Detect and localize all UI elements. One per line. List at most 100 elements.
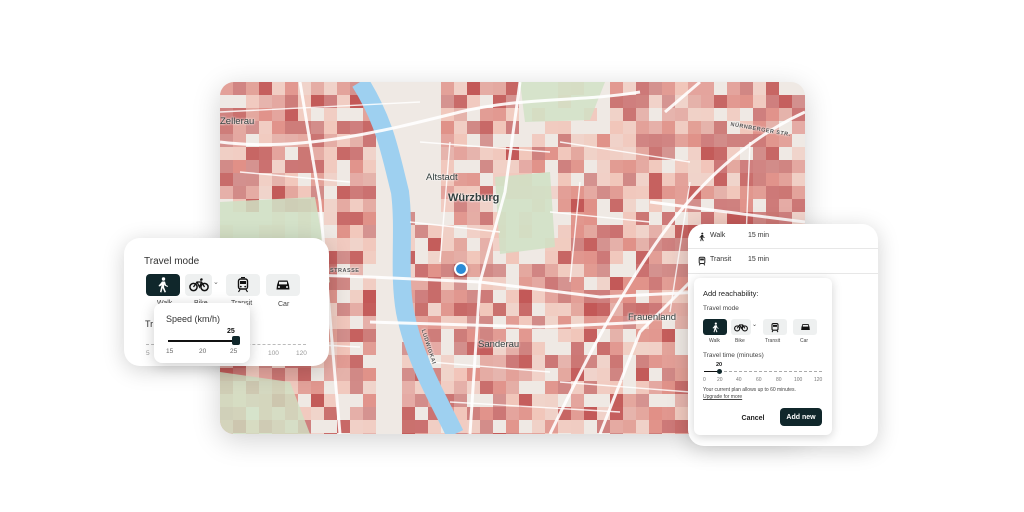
heat-tile [649,342,662,355]
heat-tile [363,212,376,225]
heat-tile [337,186,350,199]
heat-tile [428,264,441,277]
add-mode-walk-button[interactable] [703,319,727,335]
heat-tile [324,108,337,121]
heat-tile [649,290,662,303]
heat-tile [337,199,350,212]
heat-tile [610,108,623,121]
add-mode-car-button[interactable] [793,319,817,335]
heat-tile [753,173,766,186]
heat-tile [350,186,363,199]
heat-tile [454,316,467,329]
heat-tile [688,134,701,147]
speed-slider-track[interactable] [168,340,234,342]
heat-tile [285,186,298,199]
cancel-button[interactable]: Cancel [734,411,772,426]
upgrade-link[interactable]: Upgrade for more [703,394,742,400]
heat-tile [285,108,298,121]
heat-tile [363,407,376,420]
heat-tile [272,368,285,381]
heat-tile [324,121,337,134]
divider [688,273,878,274]
heat-tile [623,420,636,433]
heat-tile [480,407,493,420]
heat-tile [740,160,753,173]
heat-tile [727,173,740,186]
mode-transit-button[interactable] [226,274,260,296]
heat-tile [558,264,571,277]
travel-time-slider-thumb[interactable] [717,369,722,374]
heat-tile [571,420,584,433]
heat-tile [259,82,272,95]
heat-tile [506,290,519,303]
speed-slider-thumb[interactable] [232,336,240,345]
heat-tile [493,303,506,316]
heat-tile [506,407,519,420]
heat-tile [441,95,454,108]
heat-tile [766,82,779,95]
heat-tile [363,381,376,394]
heat-tile [285,368,298,381]
heat-tile [649,277,662,290]
heat-tile [610,147,623,160]
mode-car-button[interactable] [266,274,300,296]
heat-tile [571,225,584,238]
heat-tile [441,303,454,316]
travel-time-tick: 0 [703,377,706,383]
reachability-row-walk[interactable]: Walk 15 min [688,224,878,250]
bike-options-chevron-icon[interactable]: ⌄ [213,278,219,286]
heat-tile [220,160,233,173]
add-new-button[interactable]: Add new [780,408,822,426]
heat-tile [740,82,753,95]
add-mode-car-label: Car [800,338,809,344]
heat-tile [610,160,623,173]
heat-tile [675,173,688,186]
add-mode-transit-label: Transit [765,338,781,344]
add-mode-transit-button[interactable] [763,319,787,335]
reachability-mode: Walk [710,232,726,239]
heat-tile [623,433,636,434]
heat-tile [584,329,597,342]
heat-tile [558,277,571,290]
heat-tile [532,433,545,434]
heat-tile [688,95,701,108]
heat-tile [675,316,688,329]
travel-time-slider-track[interactable] [719,371,822,372]
heat-tile [636,433,649,434]
walk-icon [158,277,168,293]
heat-tile [558,303,571,316]
heat-tile [363,160,376,173]
heat-tile [649,407,662,420]
mode-walk-button[interactable] [146,274,180,296]
heat-tile [610,121,623,134]
heat-tile [610,186,623,199]
heat-tile [350,251,363,264]
location-pin[interactable] [454,262,468,276]
heat-tile [285,121,298,134]
heat-tile [519,160,532,173]
mode-bike-button[interactable] [185,274,212,296]
heat-tile [441,264,454,277]
heat-tile [454,329,467,342]
heat-tile [493,82,506,95]
heat-tile [662,381,675,394]
heat-tile [597,264,610,277]
heat-tile [584,225,597,238]
heat-tile [545,264,558,277]
heat-tile [636,238,649,251]
add-bike-options-chevron-icon[interactable]: ⌄ [752,321,757,328]
heat-tile [480,108,493,121]
heat-tile [740,173,753,186]
tick: 5 [146,350,150,357]
heat-tile [766,160,779,173]
heat-tile [467,82,480,95]
heat-tile [675,407,688,420]
heat-tile [480,212,493,225]
heat-tile [675,420,688,433]
heat-tile [233,147,246,160]
heat-tile [558,134,571,147]
heat-tile [623,238,636,251]
reachability-row-transit[interactable]: Transit 15 min [688,248,878,274]
add-mode-bike-button[interactable] [731,319,751,335]
car-icon [800,324,810,330]
